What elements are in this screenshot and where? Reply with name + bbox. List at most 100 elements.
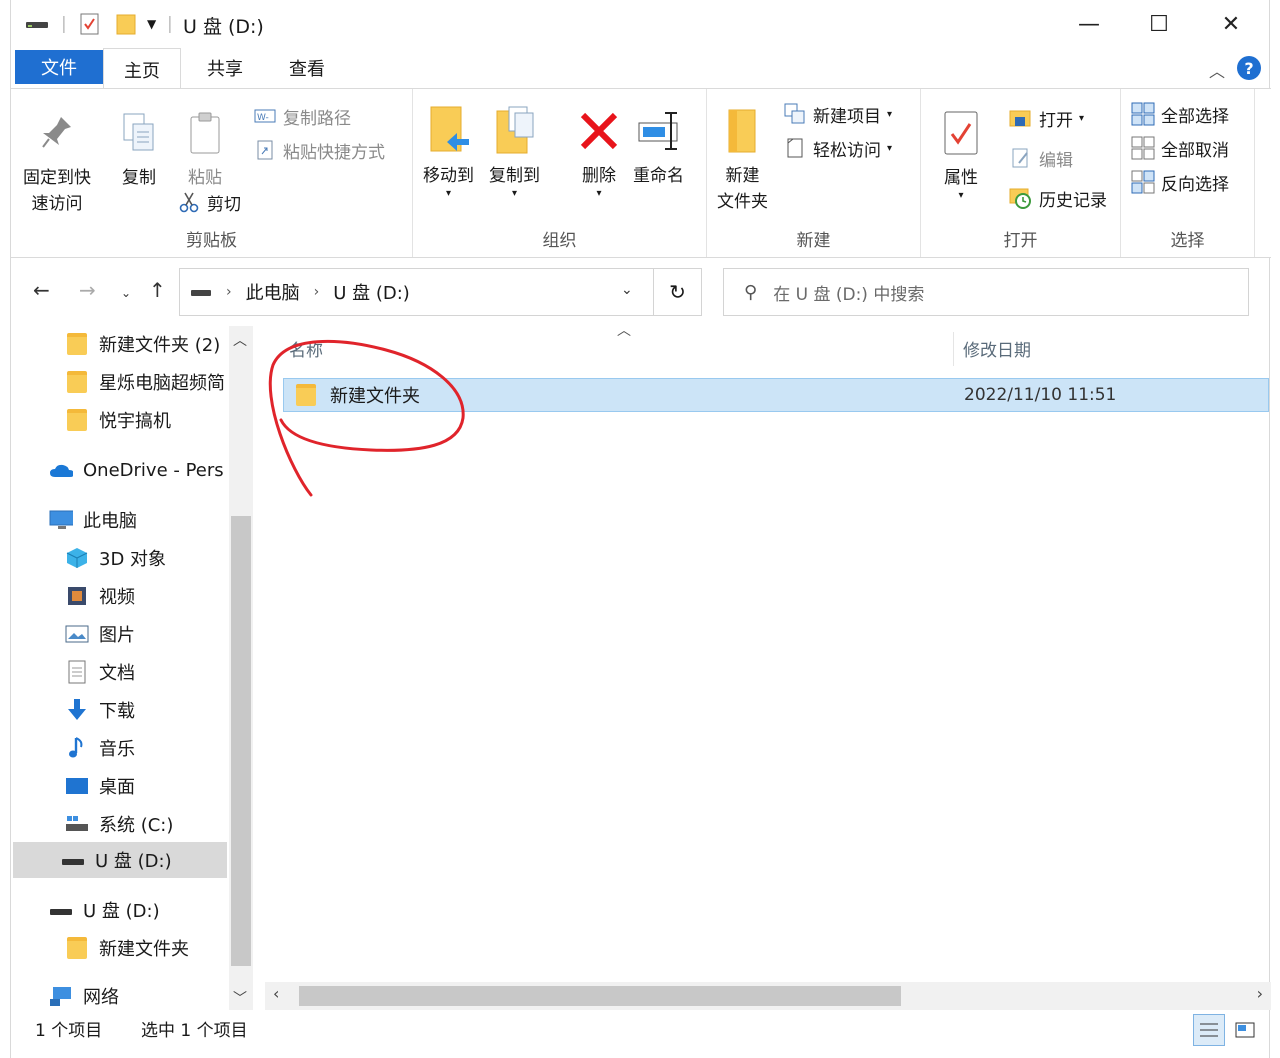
help-icon[interactable]: ?: [1237, 56, 1261, 80]
scissors-icon: [177, 190, 201, 214]
nav-item-folder[interactable]: 星烁电脑超频简: [65, 364, 225, 400]
select-all-label: 全部选择: [1161, 106, 1229, 127]
nav-item-videos[interactable]: 视频: [65, 578, 135, 614]
nav-item-desktop[interactable]: 桌面: [65, 768, 135, 804]
nav-item-label: 网络: [83, 987, 119, 1008]
scroll-right-icon[interactable]: ›: [1257, 984, 1263, 1003]
nav-item-onedrive[interactable]: OneDrive - Pers: [49, 452, 224, 488]
invert-selection-button[interactable]: 反向选择: [1131, 167, 1229, 197]
nav-item-usb-drive-selected[interactable]: U 盘 (D:): [13, 842, 227, 878]
copy-path-button[interactable]: W- 复制路径: [253, 101, 351, 131]
delete-label: 删除: [582, 166, 616, 186]
folder-icon: [67, 333, 87, 355]
desktop-icon: [65, 774, 89, 798]
new-folder-button[interactable]: 新建 文件夹: [717, 103, 768, 215]
customize-qa-chevron-icon[interactable]: ▼: [147, 12, 156, 36]
nav-item-folder[interactable]: 新建文件夹: [65, 930, 189, 966]
copy-button[interactable]: 复制: [115, 105, 163, 191]
details-view-icon[interactable]: [1193, 1014, 1225, 1046]
nav-item-music[interactable]: 音乐: [65, 730, 135, 766]
properties-button[interactable]: 属性 ▾: [937, 105, 985, 201]
nav-item-label: 新建文件夹: [99, 939, 189, 960]
minimize-button[interactable]: —: [1059, 4, 1119, 44]
nav-item-folder[interactable]: 悦宇搞机: [65, 402, 171, 438]
scroll-down-icon[interactable]: ﹀: [233, 988, 247, 1008]
refresh-icon[interactable]: ↻: [654, 268, 702, 316]
back-arrow-icon[interactable]: ←: [33, 278, 50, 302]
tab-view[interactable]: 查看: [273, 48, 341, 88]
nav-item-label: 3D 对象: [99, 549, 167, 570]
new-group-label: 新建: [796, 231, 831, 251]
column-header-name[interactable]: 名称: [289, 336, 323, 361]
column-header-modified[interactable]: 修改日期: [963, 336, 1031, 361]
address-history-chevron-icon[interactable]: ⌄: [621, 282, 633, 298]
horizontal-scrollbar[interactable]: ‹ ›: [265, 982, 1271, 1010]
paste-shortcut-button[interactable]: 粘贴快捷方式: [253, 135, 385, 165]
properties-qa-icon[interactable]: [79, 12, 101, 36]
nav-item-label: 系统 (C:): [99, 815, 174, 836]
tab-share[interactable]: 共享: [191, 48, 259, 88]
nav-item-label: 星烁电脑超频简: [99, 373, 225, 394]
nav-item-this-pc[interactable]: 此电脑: [49, 502, 137, 538]
copy-to-button[interactable]: 复制到 ▾: [489, 103, 540, 199]
scroll-up-icon[interactable]: ︿: [233, 330, 247, 350]
open-button[interactable]: 打开 ▾: [1009, 103, 1084, 133]
breadcrumb-this-pc[interactable]: 此电脑: [246, 279, 300, 305]
recent-locations-chevron-icon[interactable]: ⌄: [121, 286, 131, 300]
rename-button[interactable]: 重命名: [633, 103, 684, 189]
group-new: 新建 文件夹 新建项目 ▾ 轻松访问 ▾ 新建: [707, 89, 921, 257]
new-item-button[interactable]: 新建项目 ▾: [783, 99, 892, 129]
cloud-icon: [49, 458, 73, 482]
collapse-ribbon-chevron-icon[interactable]: ︿: [1209, 58, 1225, 82]
nav-item-folder[interactable]: 新建文件夹 (2): [65, 326, 220, 362]
nav-item-label: 此电脑: [83, 511, 137, 532]
column-divider[interactable]: [953, 332, 954, 366]
paste-button[interactable]: 粘贴: [181, 105, 229, 191]
move-to-button[interactable]: 移动到 ▾: [423, 103, 474, 199]
search-box[interactable]: ⚲ 在 U 盘 (D:) 中搜索: [723, 268, 1249, 316]
open-chevron-icon: ▾: [1079, 112, 1085, 124]
select-all-button[interactable]: 全部选择: [1131, 99, 1229, 129]
easy-access-button[interactable]: 轻松访问 ▾: [783, 133, 892, 163]
nav-item-label: 下载: [99, 701, 135, 722]
maximize-button[interactable]: ☐: [1129, 4, 1189, 44]
nav-item-downloads[interactable]: 下载: [65, 692, 135, 728]
nav-item-3d-objects[interactable]: 3D 对象: [65, 540, 166, 576]
folder-icon: [67, 371, 87, 393]
nav-item-documents[interactable]: 文档: [65, 654, 135, 690]
nav-pane-scrollbar[interactable]: ︿ ﹀: [229, 326, 253, 1010]
nav-item-drive-c[interactable]: 系统 (C:): [65, 806, 173, 842]
tab-file[interactable]: 文件: [15, 50, 103, 84]
drive-c-icon: [65, 812, 89, 836]
pin-quick-access-button[interactable]: 固定到快 速访问: [23, 105, 91, 217]
up-arrow-icon[interactable]: ↑: [149, 278, 166, 302]
new-item-chevron-icon: ▾: [887, 108, 893, 120]
new-folder-label-2: 文件夹: [717, 192, 768, 212]
close-button[interactable]: ✕: [1201, 4, 1261, 44]
new-folder-qa-icon[interactable]: [115, 12, 137, 36]
horizontal-scroll-thumb[interactable]: [299, 986, 901, 1006]
folder-icon: [67, 409, 87, 431]
cut-button[interactable]: 剪切: [177, 187, 241, 217]
nav-item-usb-drive[interactable]: U 盘 (D:): [49, 892, 160, 928]
forward-arrow-icon[interactable]: →: [79, 278, 96, 302]
file-row-selected[interactable]: 新建文件夹 2022/11/10 11:51: [283, 378, 1269, 412]
select-none-button[interactable]: 全部取消: [1131, 133, 1229, 163]
nav-item-network[interactable]: 网络: [49, 978, 119, 1010]
history-button[interactable]: 历史记录: [1009, 183, 1107, 213]
breadcrumb-usb-drive[interactable]: U 盘 (D:): [333, 279, 410, 305]
nav-pane-scroll-thumb[interactable]: [231, 516, 251, 966]
nav-item-label: 文档: [99, 663, 135, 684]
copy-path-label: 复制路径: [283, 108, 351, 129]
large-icons-view-icon[interactable]: [1229, 1014, 1261, 1046]
scroll-left-icon[interactable]: ‹: [273, 984, 279, 1003]
nav-item-pictures[interactable]: 图片: [65, 616, 135, 652]
edit-button[interactable]: 编辑: [1009, 143, 1073, 173]
copy-to-chevron-icon: ▾: [511, 188, 518, 199]
address-bar[interactable]: › 此电脑 › U 盘 (D:): [179, 268, 654, 316]
delete-button[interactable]: 删除 ▾: [575, 103, 623, 199]
folder-icon: [67, 937, 87, 959]
nav-item-label: 悦宇搞机: [99, 411, 171, 432]
tab-home[interactable]: 主页: [103, 48, 181, 90]
pin-icon: [33, 105, 81, 161]
